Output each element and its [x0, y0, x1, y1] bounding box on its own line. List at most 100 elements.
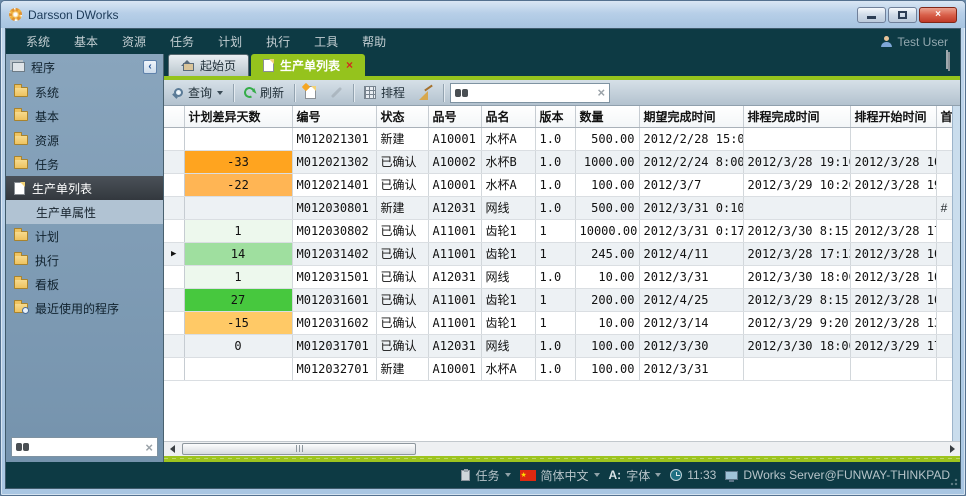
sidebar-item-1[interactable]: 基本	[6, 104, 163, 128]
table-row[interactable]: -15M012031602已确认A11001齿轮1110.002012/3/14…	[164, 311, 952, 334]
cell-sched_start: 2012/3/28 10:52	[850, 288, 936, 311]
scroll-left-button[interactable]	[164, 442, 180, 457]
production-order-grid: 计划差异天数编号状态品号品名版本数量期望完成时间排程完成时间排程开始时间首 M0…	[164, 106, 952, 441]
cell-status: 已确认	[376, 219, 428, 242]
column-header-8[interactable]: 排程完成时间	[743, 106, 850, 127]
cell-version: 1.0	[535, 357, 575, 380]
server-status: DWorks Server@FUNWAY-THINKPAD	[725, 468, 950, 482]
cell-sched_end	[743, 357, 850, 380]
query-button[interactable]: 查询	[170, 82, 227, 103]
column-header-3[interactable]: 品号	[428, 106, 481, 127]
sidebar-title: 程序	[31, 59, 55, 76]
close-button[interactable]: ×	[919, 7, 957, 23]
sidebar-item-0[interactable]: 系统	[6, 80, 163, 104]
menu-item-3[interactable]: 任务	[158, 33, 206, 50]
cell-diff: 1	[184, 265, 292, 288]
cell-diff	[184, 357, 292, 380]
table-row[interactable]: M012032701新建A10001水杯A1.0100.002012/3/31	[164, 357, 952, 380]
column-header-7[interactable]: 期望完成时间	[639, 106, 743, 127]
clean-button[interactable]	[415, 84, 437, 102]
cell-version: 1	[535, 219, 575, 242]
column-header-4[interactable]: 品名	[481, 106, 535, 127]
sidebar-item-8[interactable]: 看板	[6, 272, 163, 296]
column-header-9[interactable]: 排程开始时间	[850, 106, 936, 127]
vertical-scroll-gutter[interactable]	[952, 106, 960, 441]
user-icon	[881, 36, 892, 47]
binoculars-icon	[455, 89, 468, 97]
table-row[interactable]: 0M012031701已确认A12031网线1.0100.002012/3/30…	[164, 334, 952, 357]
sidebar-item-5[interactable]: 生产单属性	[6, 200, 163, 224]
document-icon	[14, 182, 25, 195]
table-row[interactable]: -33M012021302已确认A10002水杯B1.01000.002012/…	[164, 150, 952, 173]
cell-overflow	[936, 150, 952, 173]
scroll-right-button[interactable]	[944, 442, 960, 457]
sidebar-collapse-button[interactable]: ‹	[143, 60, 157, 74]
font-menu[interactable]: A: 字体	[609, 467, 662, 484]
table-row[interactable]: 1M012030802已确认A11001齿轮1110000.002012/3/3…	[164, 219, 952, 242]
toolbar-search-clear-icon[interactable]: ×	[597, 86, 605, 99]
table-row[interactable]: -22M012021401已确认A10001水杯A1.0100.002012/3…	[164, 173, 952, 196]
scrollbar-thumb[interactable]	[182, 443, 416, 455]
cell-code: M012021301	[292, 127, 376, 150]
sidebar-item-7[interactable]: 执行	[6, 248, 163, 272]
sidebar-item-9[interactable]: 最近使用的程序	[6, 296, 163, 320]
sidebar-search-clear-icon[interactable]: ×	[145, 441, 153, 454]
task-menu[interactable]: 任务	[461, 467, 510, 484]
column-header-10[interactable]: 首	[936, 106, 952, 127]
tab-close-icon[interactable]: ×	[346, 59, 353, 71]
schedule-button[interactable]: 排程	[360, 82, 409, 103]
calculator-icon	[364, 86, 376, 99]
minimize-button[interactable]	[857, 7, 886, 23]
title-bar[interactable]: Darsson DWorks ×	[1, 1, 965, 28]
column-header-2[interactable]: 状态	[376, 106, 428, 127]
maximize-button[interactable]	[888, 7, 917, 23]
tab-生产单列表[interactable]: 生产单列表×	[251, 54, 365, 76]
sidebar-item-3[interactable]: 任务	[6, 152, 163, 176]
sidebar-item-6[interactable]: 计划	[6, 224, 163, 248]
tab-起始页[interactable]: 起始页	[168, 54, 249, 76]
cell-part_no: A10001	[428, 357, 481, 380]
scrollbar-track[interactable]	[180, 442, 944, 457]
column-header-5[interactable]: 版本	[535, 106, 575, 127]
cell-diff: -22	[184, 173, 292, 196]
sidebar-item-4[interactable]: 生产单列表	[6, 176, 163, 200]
cell-status: 已确认	[376, 150, 428, 173]
sidebar-search-input[interactable]	[33, 440, 141, 454]
cell-expect: 2012/4/11	[639, 242, 743, 265]
menu-item-5[interactable]: 执行	[254, 33, 302, 50]
table-row[interactable]: 27M012031601已确认A11001齿轮11200.002012/4/25…	[164, 288, 952, 311]
table-row[interactable]: M012030801新建A12031网线1.0500.002012/3/31 0…	[164, 196, 952, 219]
window-list-button[interactable]	[948, 53, 950, 71]
cell-part_name: 网线	[481, 334, 535, 357]
menu-item-4[interactable]: 计划	[206, 33, 254, 50]
row-indicator	[164, 334, 184, 357]
menu-item-0[interactable]: 系统	[14, 33, 62, 50]
edit-button[interactable]	[326, 89, 347, 96]
cell-expect: 2012/2/24 8:00	[639, 150, 743, 173]
menu-item-1[interactable]: 基本	[62, 33, 110, 50]
resize-grip[interactable]	[950, 478, 958, 486]
menu-item-2[interactable]: 资源	[110, 33, 158, 50]
column-header-1[interactable]: 编号	[292, 106, 376, 127]
sidebar-item-2[interactable]: 资源	[6, 128, 163, 152]
cell-sched_end: 2012/3/28 19:10	[743, 150, 850, 173]
chevron-down-icon	[505, 473, 511, 477]
toolbar-search-input[interactable]	[472, 86, 593, 100]
language-menu[interactable]: ★ 简体中文	[520, 467, 600, 484]
cell-overflow	[936, 311, 952, 334]
menu-item-6[interactable]: 工具	[302, 33, 350, 50]
table-row[interactable]: M012021301新建A10001水杯A1.0500.002012/2/28 …	[164, 127, 952, 150]
toolbar: 查询 刷新	[164, 80, 960, 106]
table-row[interactable]: ▶14M012031402已确认A11001齿轮11245.002012/4/1…	[164, 242, 952, 265]
cell-status: 已确认	[376, 173, 428, 196]
cell-diff	[184, 196, 292, 219]
column-header-6[interactable]: 数量	[575, 106, 639, 127]
menu-item-7[interactable]: 帮助	[350, 33, 398, 50]
cell-qty: 10.00	[575, 265, 639, 288]
folder-icon	[14, 135, 28, 145]
refresh-button[interactable]: 刷新	[240, 82, 288, 103]
column-header-0[interactable]: 计划差异天数	[184, 106, 292, 127]
table-row[interactable]: 1M012031501已确认A12031网线1.010.002012/3/312…	[164, 265, 952, 288]
user-menu[interactable]: Test User	[881, 35, 952, 49]
new-button[interactable]	[301, 84, 320, 101]
